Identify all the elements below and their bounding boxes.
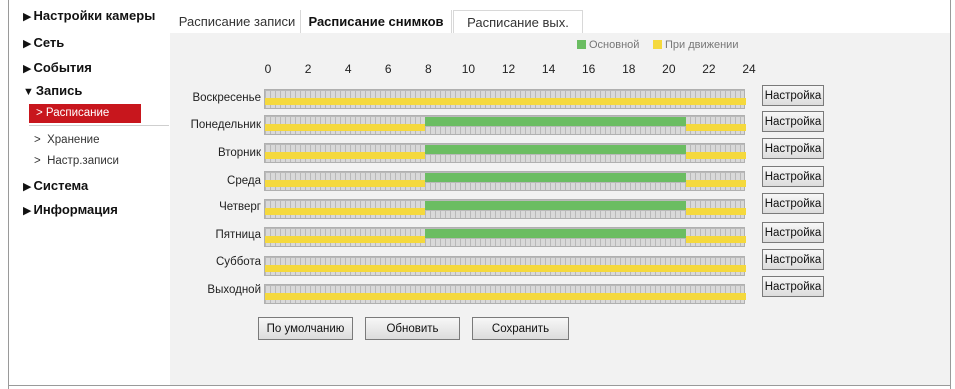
- motion-schedule-bar: [265, 152, 426, 159]
- collapse-arrow-icon: ▼: [23, 86, 34, 98]
- day-label: Четверг: [219, 201, 261, 213]
- motion-schedule-bar: [685, 208, 746, 215]
- motion-schedule-bar: [685, 152, 746, 159]
- setup-button[interactable]: Настройка: [762, 138, 824, 159]
- schedule-row[interactable]: [264, 143, 746, 163]
- hour-label: 2: [304, 62, 312, 76]
- motion-schedule-bar: [265, 98, 746, 105]
- setup-button[interactable]: Настройка: [762, 193, 824, 214]
- tab-output-schedule[interactable]: Расписание вых.: [453, 10, 583, 33]
- frame-right-border: [950, 0, 951, 389]
- motion-schedule-bar: [265, 180, 426, 187]
- nav-sub-schedule[interactable]: > Расписание: [29, 104, 141, 123]
- save-button[interactable]: Сохранить: [472, 317, 569, 340]
- chevron-right-icon: >: [36, 107, 43, 119]
- day-label: Пятница: [215, 229, 261, 241]
- day-label: Понедельник: [190, 119, 261, 131]
- motion-schedule-bar: [685, 180, 746, 187]
- expand-arrow-icon: ▶: [23, 181, 32, 193]
- nav-recording[interactable]: ▼ Запись: [23, 83, 82, 98]
- hour-label: 18: [622, 62, 636, 76]
- tab-snapshot-schedule[interactable]: Расписание снимков: [300, 10, 452, 33]
- motion-schedule-bar: [685, 236, 746, 243]
- motion-schedule-bar: [265, 265, 746, 272]
- nav-system[interactable]: ▶ Система: [23, 178, 88, 193]
- hour-label: 12: [501, 62, 516, 76]
- setup-button[interactable]: Настройка: [762, 276, 824, 297]
- main-schedule-bar: [425, 145, 686, 154]
- day-label: Суббота: [215, 256, 261, 268]
- main-schedule-bar: [425, 173, 686, 182]
- schedule-row[interactable]: [264, 227, 746, 247]
- setup-button[interactable]: Настройка: [762, 249, 824, 270]
- tab-bar: Расписание записи Расписание снимков Рас…: [170, 6, 950, 33]
- hour-label: 0: [264, 62, 272, 76]
- nav-sub-record-settings[interactable]: > Настр.записи: [34, 155, 119, 167]
- schedule-row[interactable]: [264, 284, 746, 304]
- motion-schedule-bar: [265, 208, 426, 215]
- setup-button[interactable]: Настройка: [762, 222, 824, 243]
- hour-label: 10: [461, 62, 476, 76]
- nav-information[interactable]: ▶ Информация: [23, 202, 118, 217]
- schedule-row[interactable]: [264, 199, 746, 219]
- day-label: Вторник: [217, 147, 261, 159]
- day-label: Воскресенье: [192, 92, 261, 104]
- legend-main-swatch: [577, 40, 586, 49]
- expand-arrow-icon: ▶: [23, 11, 32, 23]
- main-schedule-bar: [425, 229, 686, 238]
- nav-sub-storage[interactable]: > Хранение: [34, 134, 100, 146]
- main-schedule-bar: [425, 117, 686, 126]
- hour-label: 4: [344, 62, 352, 76]
- nav-divider: [29, 125, 169, 126]
- tab-record-schedule[interactable]: Расписание записи: [174, 10, 300, 33]
- hour-label: 24: [742, 62, 756, 76]
- hour-label: 20: [662, 62, 676, 76]
- hour-label: 22: [702, 62, 716, 76]
- motion-schedule-bar: [685, 124, 746, 131]
- refresh-button[interactable]: Обновить: [365, 317, 460, 340]
- frame-bottom-border: [8, 385, 951, 386]
- expand-arrow-icon: ▶: [23, 63, 32, 75]
- hour-label: 16: [581, 62, 596, 76]
- day-label: Среда: [227, 175, 261, 187]
- hour-label: 6: [384, 62, 392, 76]
- legend-motion: При движении: [653, 39, 738, 51]
- legend-main: Основной: [577, 39, 639, 51]
- motion-schedule-bar: [265, 293, 746, 300]
- chevron-right-icon: >: [34, 155, 41, 167]
- nav-events[interactable]: ▶ События: [23, 60, 92, 75]
- nav-camera-settings[interactable]: ▶ Настройки камеры: [23, 8, 155, 23]
- schedule-row[interactable]: [264, 89, 746, 109]
- sidebar: ▶ Настройки камеры ▶ Сеть ▶ События ▼ Запись…: [9, 0, 170, 385]
- main-schedule-bar: [425, 201, 686, 210]
- schedule-row[interactable]: [264, 256, 746, 276]
- motion-schedule-bar: [265, 124, 426, 131]
- default-button[interactable]: По умолчанию: [258, 317, 353, 340]
- hour-label: 14: [541, 62, 556, 76]
- legend-motion-swatch: [653, 40, 662, 49]
- motion-schedule-bar: [265, 236, 426, 243]
- chevron-right-icon: >: [34, 134, 41, 146]
- setup-button[interactable]: Настройка: [762, 85, 824, 106]
- setup-button[interactable]: Настройка: [762, 111, 824, 132]
- expand-arrow-icon: ▶: [23, 38, 32, 50]
- hour-label: 8: [424, 62, 432, 76]
- schedule-row[interactable]: [264, 115, 746, 135]
- nav-network[interactable]: ▶ Сеть: [23, 35, 64, 50]
- setup-button[interactable]: Настройка: [762, 166, 824, 187]
- expand-arrow-icon: ▶: [23, 205, 32, 217]
- day-label: Выходной: [207, 284, 261, 296]
- schedule-row[interactable]: [264, 171, 746, 191]
